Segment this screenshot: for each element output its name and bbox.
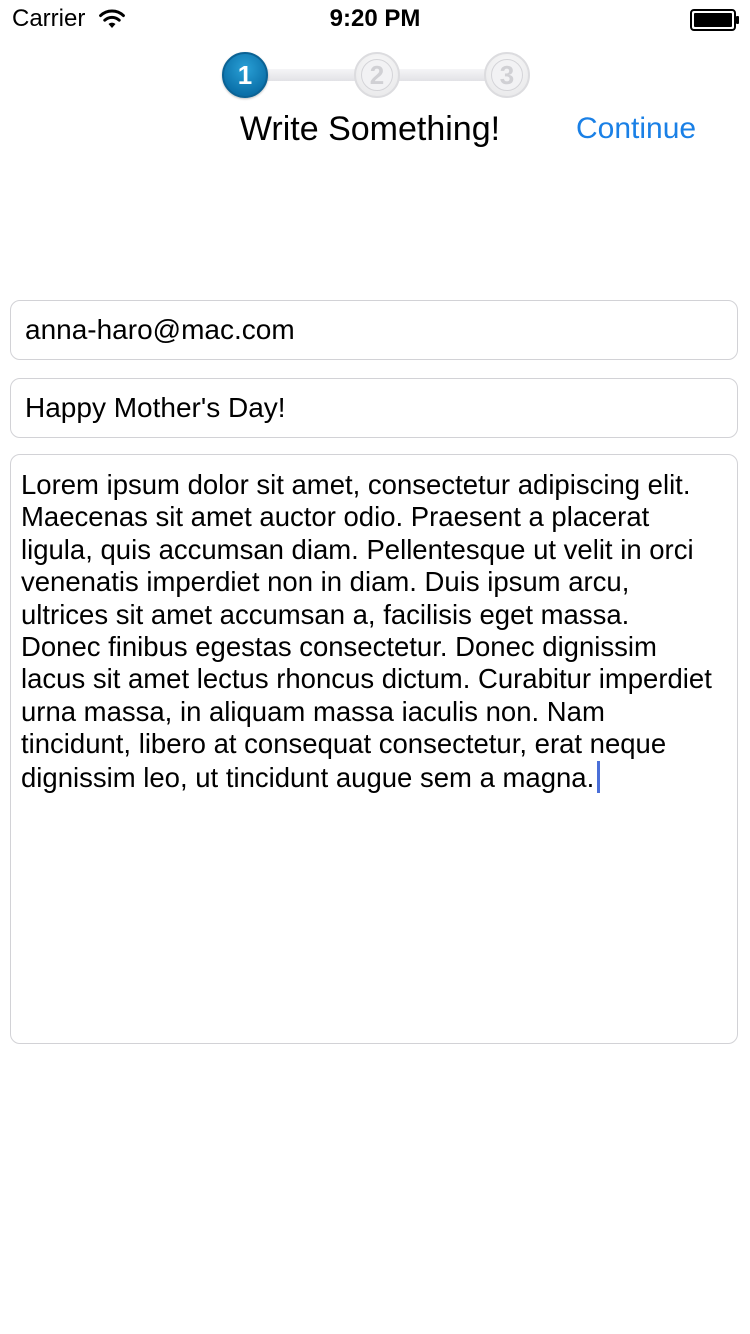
subject-field-value: Happy Mother's Day! [25,392,286,423]
continue-button[interactable]: Continue [576,112,696,146]
subject-field[interactable]: Happy Mother's Day! [10,378,738,438]
status-bar: Carrier 9:20 PM [0,0,750,40]
email-field-value: anna-haro@mac.com [25,314,295,345]
step-3-number: 3 [499,59,515,90]
step-1-number: 1 [237,59,253,90]
text-cursor [597,760,601,793]
step-3: 3 [484,52,530,98]
message-text: Lorem ipsum dolor sit amet, consectetur … [21,469,712,793]
clock-time: 9:20 PM [329,5,421,32]
step-1: 1 [222,52,268,98]
battery-icon [690,9,740,31]
email-field[interactable]: anna-haro@mac.com [10,300,738,360]
screen: Carrier 9:20 PM 1 2 3 Write Something! C… [0,0,750,1334]
step-connector [262,69,358,81]
step-indicator: 1 2 3 [222,52,530,100]
step-2-number: 2 [369,59,385,90]
message-textarea[interactable]: Lorem ipsum dolor sit amet, consectetur … [10,454,738,1044]
step-connector [394,69,490,81]
step-2: 2 [354,52,400,98]
